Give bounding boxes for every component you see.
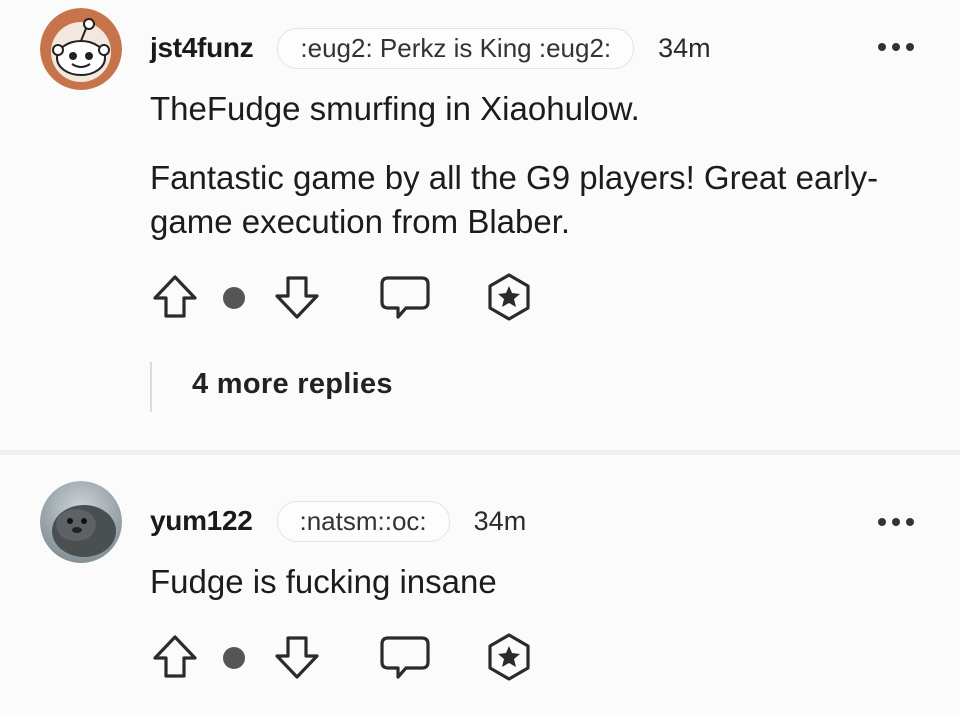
arrow-up-icon[interactable] bbox=[150, 632, 200, 682]
comment: jst4funz :eug2: Perkz is King :eug2: 34m… bbox=[0, 0, 960, 450]
seal-photo-avatar-icon bbox=[40, 481, 122, 563]
user-flair: :eug2: Perkz is King :eug2: bbox=[277, 27, 635, 69]
comment-actions bbox=[150, 272, 570, 332]
ellipsis-icon[interactable] bbox=[878, 42, 914, 52]
comment-paragraph: Fantastic game by all the G9 players! Gr… bbox=[150, 159, 879, 240]
arrow-down-icon[interactable] bbox=[272, 272, 322, 322]
timestamp: 34m bbox=[658, 32, 711, 63]
chat-bubble-icon[interactable] bbox=[378, 274, 432, 322]
award-star-icon[interactable] bbox=[484, 272, 534, 322]
username[interactable]: yum122 bbox=[150, 505, 253, 537]
award-star-icon[interactable] bbox=[484, 632, 534, 682]
snoo-avatar-icon bbox=[40, 8, 122, 90]
comment-paragraph: Fudge is fucking insane bbox=[150, 563, 497, 600]
chat-bubble-icon[interactable] bbox=[378, 634, 432, 682]
avatar[interactable] bbox=[40, 481, 122, 563]
comment-paragraph: TheFudge smurfing in Xiaohulow. bbox=[150, 90, 640, 127]
vote-separator-dot bbox=[223, 647, 245, 669]
username[interactable]: jst4funz bbox=[150, 32, 254, 64]
vote-separator-dot bbox=[223, 287, 245, 309]
comment-meta: jst4funz :eug2: Perkz is King :eug2: 34m bbox=[150, 27, 711, 69]
timestamp: 34m bbox=[473, 505, 527, 536]
avatar[interactable] bbox=[40, 8, 122, 90]
arrow-up-icon[interactable] bbox=[150, 272, 200, 322]
arrow-down-icon[interactable] bbox=[272, 632, 322, 682]
more-replies-link[interactable]: 4 more replies bbox=[192, 368, 393, 401]
thread-line[interactable] bbox=[150, 362, 152, 412]
comment-meta: yum122 :natsm::oc: 34m bbox=[150, 500, 527, 542]
user-flair: :natsm::oc: bbox=[276, 500, 450, 542]
ellipsis-icon[interactable] bbox=[878, 517, 914, 527]
comment-actions bbox=[150, 632, 570, 692]
